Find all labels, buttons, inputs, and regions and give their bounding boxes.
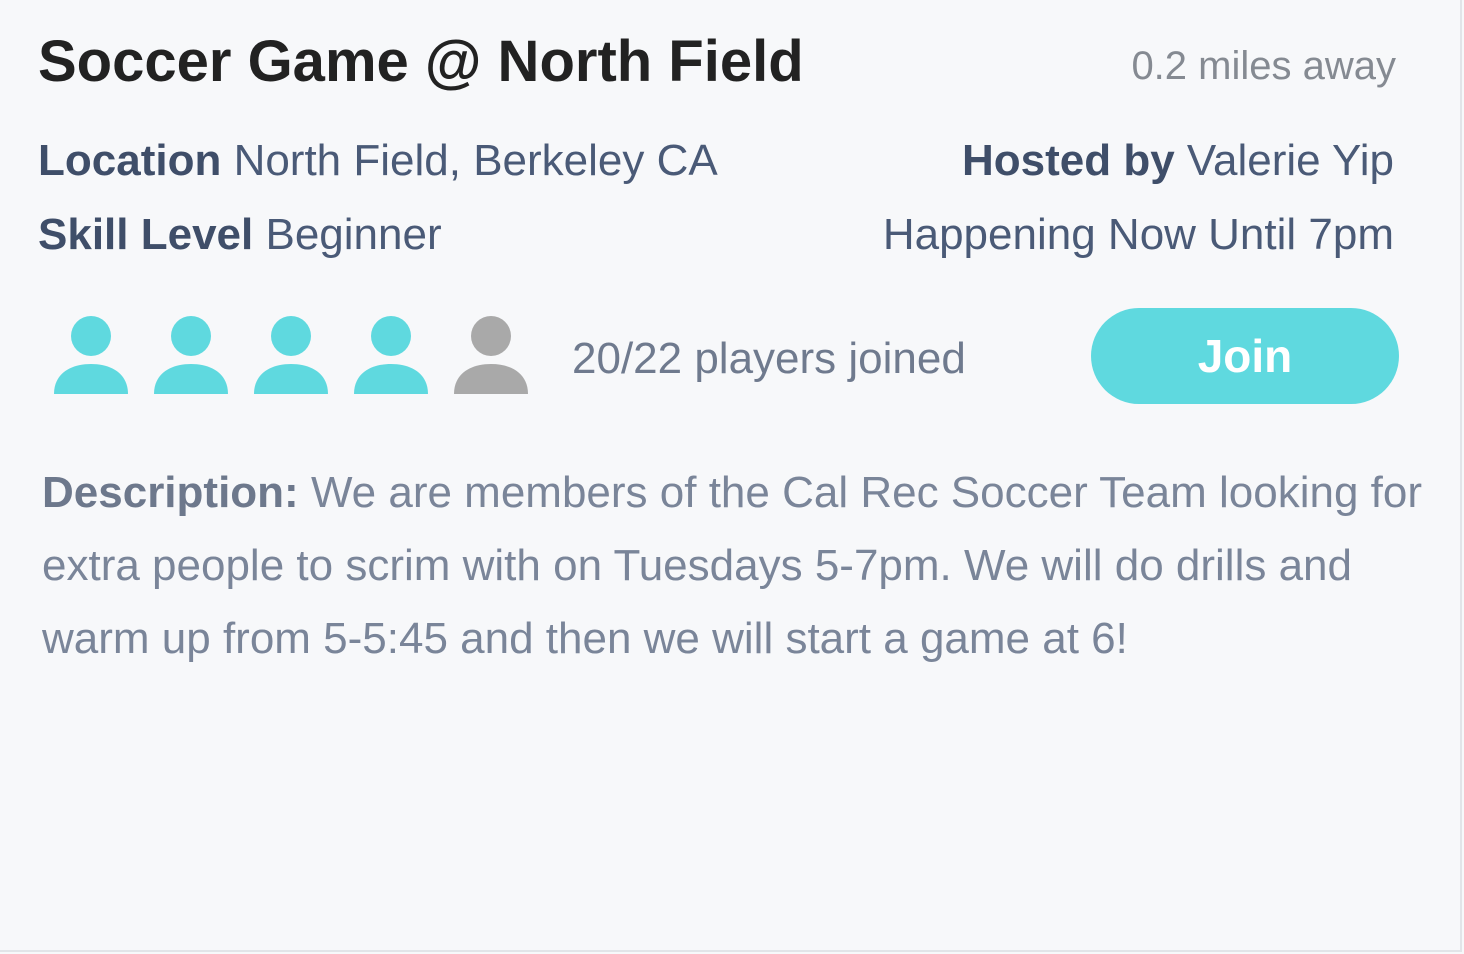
person-icon — [454, 316, 528, 394]
person-icon — [354, 316, 428, 394]
event-card: Soccer Game @ North Field 0.2 miles away… — [0, 0, 1462, 952]
host-info: Hosted by Valerie Yip — [962, 136, 1394, 186]
skill-label: Skill Level — [38, 210, 254, 259]
skill-value: Beginner — [265, 210, 442, 259]
players-joined-count: 20/22 players joined — [572, 334, 966, 383]
host-label: Hosted by — [961, 136, 1175, 185]
join-button[interactable]: Join — [1091, 308, 1399, 404]
time-info: Happening Now Until 7pm — [882, 210, 1394, 259]
person-icon — [154, 316, 228, 394]
location-label: Location — [38, 136, 222, 185]
skill-info: Skill Level Beginner — [38, 210, 442, 260]
person-icon — [254, 316, 328, 394]
description-label: Description: — [42, 468, 299, 517]
host-value: Valerie Yip — [1186, 136, 1394, 185]
event-title: Soccer Game @ North Field — [38, 29, 804, 94]
player-icons — [52, 316, 530, 396]
location-info: Location North Field, Berkeley CA — [38, 136, 718, 186]
person-icon — [54, 316, 128, 394]
location-value: North Field, Berkeley CA — [233, 136, 718, 185]
description: Description: We are members of the Cal R… — [42, 456, 1432, 675]
distance-text: 0.2 miles away — [1131, 44, 1396, 88]
